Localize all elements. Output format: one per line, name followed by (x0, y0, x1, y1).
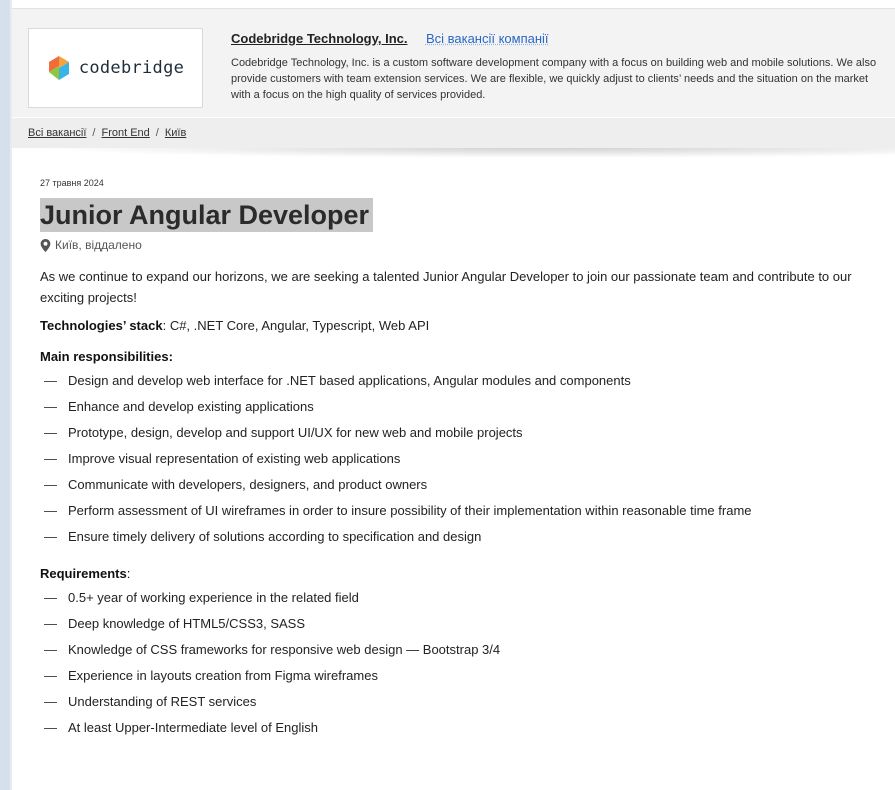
breadcrumb: Всі вакансії / Front End / Київ (12, 118, 895, 148)
list-item: Deep knowledge of HTML5/CSS3, SASS (40, 611, 880, 637)
responsibilities-title-text: Main responsibilities: (40, 349, 173, 364)
company-header: Codebridge Technology, Inc. Всі вакансії… (231, 30, 881, 48)
vacancy-page: codebridge Codebridge Technology, Inc. В… (12, 0, 895, 790)
list-item: At least Upper-Intermediate level of Eng… (40, 715, 880, 741)
company-description: Codebridge Technology, Inc. is a custom … (231, 57, 877, 101)
location-text: Київ, віддалено (55, 238, 142, 252)
codebridge-logo-icon (48, 56, 69, 80)
breadcrumb-city[interactable]: Київ (165, 127, 186, 139)
breadcrumb-shadow (32, 148, 895, 158)
breadcrumb-separator: / (155, 127, 159, 139)
list-item: Knowledge of CSS frameworks for responsi… (40, 637, 880, 663)
list-item: Improve visual representation of existin… (40, 446, 880, 472)
left-sidebar-strip (0, 0, 10, 790)
all-company-vacancies-link[interactable]: Всі вакансії компанії (426, 31, 549, 46)
requirements-title: Requirements: (40, 566, 880, 581)
tech-stack-label: Technologies’ stack (40, 318, 163, 333)
logo-text: codebridge (78, 58, 185, 78)
list-item: 0.5+ year of working experience in the r… (40, 585, 880, 611)
list-item: Ensure timely delivery of solutions acco… (40, 524, 880, 550)
vacancy-title: Junior Angular Developer (40, 198, 374, 232)
logo-inner: codebridge (47, 53, 184, 83)
responsibilities-title: Main responsibilities: (40, 349, 880, 364)
list-item: Communicate with developers, designers, … (40, 472, 880, 498)
vacancy-date: 27 травня 2024 (40, 178, 104, 188)
company-logo[interactable]: codebridge (28, 28, 203, 108)
list-item: Design and develop web interface for .NE… (40, 368, 880, 394)
vacancy-intro: As we continue to expand our horizons, w… (40, 269, 852, 305)
list-item: Experience in layouts creation from Figm… (40, 663, 880, 689)
company-card: codebridge Codebridge Technology, Inc. В… (12, 8, 895, 117)
list-item: Understanding of REST services (40, 689, 880, 715)
breadcrumb-separator: / (92, 127, 96, 139)
breadcrumb-all-vacancies[interactable]: Всі вакансії (28, 127, 86, 139)
requirements-title-text: Requirements (40, 566, 127, 581)
map-pin-icon (40, 238, 51, 252)
requirements-list: 0.5+ year of working experience in the r… (40, 585, 880, 741)
responsibilities-list: Design and develop web interface for .NE… (40, 368, 880, 550)
list-item: Enhance and develop existing application… (40, 394, 880, 420)
breadcrumb-front-end[interactable]: Front End (101, 127, 149, 139)
tech-stack-value: : C#, .NET Core, Angular, Typescript, We… (162, 318, 430, 333)
company-name-link[interactable]: Codebridge Technology, Inc. (231, 31, 407, 46)
tech-stack: Technologies’ stack: C#, .NET Core, Angu… (40, 318, 880, 333)
vacancy-content: 27 травня 2024 Junior Angular Developer … (40, 178, 880, 741)
list-item: Perform assessment of UI wireframes in o… (40, 498, 880, 524)
list-item: Prototype, design, develop and support U… (40, 420, 880, 446)
requirements-colon: : (126, 566, 131, 581)
vacancy-location: Київ, віддалено (40, 238, 880, 252)
